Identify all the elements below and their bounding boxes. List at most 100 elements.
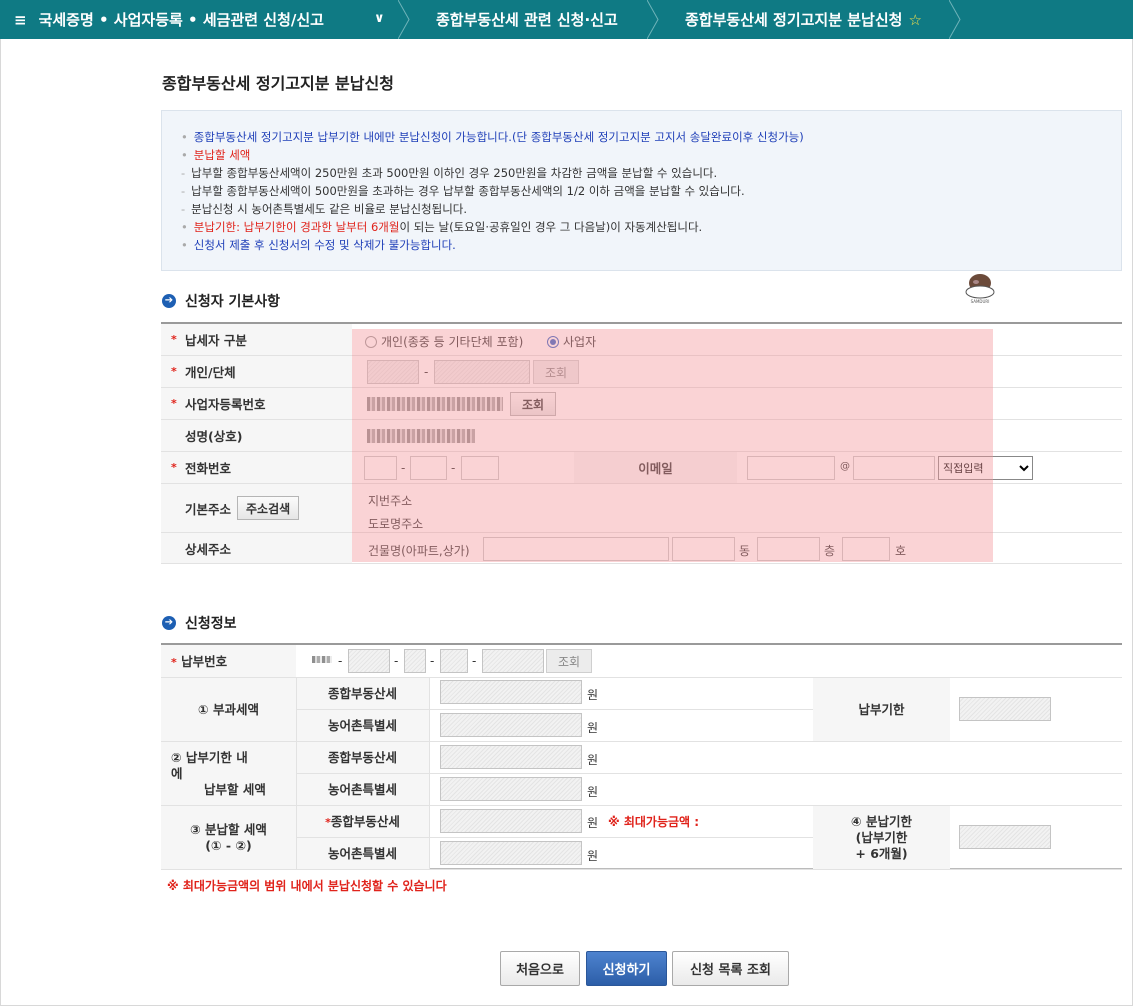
floor-label: 층 bbox=[824, 544, 836, 558]
individual-id-part2-input[interactable] bbox=[434, 360, 530, 384]
payment-lookup-button[interactable]: 조회 bbox=[546, 649, 592, 673]
sublabel: 종합부동산세 bbox=[296, 742, 429, 774]
sublabel: 종합부동산세 bbox=[296, 678, 429, 710]
breadcrumb-item-current[interactable]: 종합부동산세 정기고지분 분납신청 ☆ bbox=[659, 0, 949, 39]
email-local-input[interactable] bbox=[747, 456, 835, 480]
breadcrumb-label: 종합부동산세 관련 신청·신고 bbox=[436, 11, 618, 29]
road-address-text: 도로명주소 bbox=[368, 517, 424, 531]
hamburger-icon: ≡ bbox=[14, 10, 27, 29]
payment-no-part4-input[interactable] bbox=[482, 649, 544, 673]
apply-button[interactable]: 신청하기 bbox=[586, 951, 667, 986]
payment-prefix-redacted bbox=[312, 656, 332, 663]
radio-checked-icon[interactable] bbox=[547, 336, 559, 348]
email-domain-input[interactable] bbox=[853, 456, 935, 480]
table-row: 상세주소 건물명(아파트,상가) 동 층 호 bbox=[161, 533, 1122, 564]
field-label: * 전화번호 bbox=[161, 452, 352, 483]
dash-separator: - bbox=[451, 461, 456, 475]
due-date-input[interactable] bbox=[959, 697, 1051, 721]
email-domain-select[interactable]: 직접입력 bbox=[938, 456, 1033, 480]
installment-rural-input[interactable] bbox=[440, 841, 582, 865]
within-rural-input[interactable] bbox=[440, 777, 582, 801]
dash-separator: - bbox=[401, 461, 406, 475]
assessed-rural-input[interactable] bbox=[440, 713, 582, 737]
installment-comprehensive-input[interactable] bbox=[440, 809, 582, 833]
sublabel: *종합부동산세 bbox=[296, 806, 429, 838]
main-menu-toggle[interactable]: ≡ 국세증명 • 사업자등록 • 세금관련 신청/신고 ∨ bbox=[0, 0, 398, 39]
radio-individual[interactable]: 개인(종중 등 기타단체 포함) bbox=[365, 333, 523, 350]
payment-no-part3-input[interactable] bbox=[440, 649, 468, 673]
home-button[interactable]: 처음으로 bbox=[500, 951, 580, 986]
business-lookup-button[interactable]: 조회 bbox=[510, 392, 556, 416]
value-cell: 원 bbox=[429, 710, 813, 742]
top-navigation-bar: ≡ 국세증명 • 사업자등록 • 세금관련 신청/신고 ∨ 종합부동산세 관련 … bbox=[0, 0, 1133, 39]
building-extra-input[interactable] bbox=[672, 537, 735, 561]
svg-text:SAMDURI: SAMDURI bbox=[971, 299, 990, 304]
group-label-assessed: ① 부과세액 bbox=[161, 678, 296, 742]
table-row: * 납세자 구분 개인(종중 등 기타단체 포함) 사업자 bbox=[161, 324, 1122, 356]
arrow-circle-icon: ➔ bbox=[162, 616, 176, 630]
table-row: * 전화번호 - - 이메일 @ 직접입력 bbox=[161, 452, 1122, 484]
table-row: 성명(상호) bbox=[161, 420, 1122, 452]
applicant-info-table: * 납세자 구분 개인(종중 등 기타단체 포함) 사업자 * 개인/단체 - 조회… bbox=[161, 322, 1122, 564]
phone-part3-input[interactable] bbox=[461, 456, 499, 480]
notice-box: • 종합부동산세 정기고지분 납부기한 내에만 분납신청이 가능합니다.(단 종합… bbox=[161, 110, 1122, 271]
email-label: 이메일 bbox=[574, 452, 737, 483]
dash-separator: - bbox=[424, 365, 429, 379]
phone-part2-input[interactable] bbox=[410, 456, 447, 480]
individual-id-part1-input[interactable] bbox=[367, 360, 419, 384]
building-label: 건물명(아파트,상가) bbox=[368, 544, 470, 558]
installment-due-input[interactable] bbox=[959, 825, 1051, 849]
field-label: 상세주소 bbox=[161, 533, 352, 563]
table-row: * 사업자등록번호 조회 bbox=[161, 388, 1122, 420]
arrow-circle-icon: ➔ bbox=[162, 294, 176, 308]
value-cell: 원 bbox=[429, 774, 1122, 806]
application-list-button[interactable]: 신청 목록 조회 bbox=[672, 951, 789, 986]
due-date-label: 납부기한 bbox=[813, 678, 950, 742]
ho-label: 호 bbox=[895, 544, 907, 558]
floor-input[interactable] bbox=[842, 537, 890, 561]
payment-no-part2-input[interactable] bbox=[404, 649, 426, 673]
radio-icon[interactable] bbox=[365, 336, 377, 348]
breadcrumb-item-category[interactable]: 종합부동산세 관련 신청·신고 bbox=[410, 0, 647, 39]
breadcrumb-separator-icon bbox=[949, 0, 961, 39]
group-label-installment: ③ 분납할 세액 (① - ②) bbox=[161, 806, 296, 870]
address-search-button[interactable]: 주소검색 bbox=[237, 496, 300, 520]
installment-due-label: ④ 분납기한 (납부기한 + 6개월) bbox=[813, 806, 950, 870]
dong-input[interactable] bbox=[757, 537, 820, 561]
chevron-down-icon[interactable]: ∨ bbox=[374, 11, 385, 26]
notice-item: • 신청서 제출 후 신청서의 수정 및 삭제가 불가능합니다. bbox=[181, 238, 456, 252]
breadcrumb-separator-icon bbox=[398, 0, 410, 39]
section-title-applicant: ➔ 신청자 기본사항 bbox=[162, 291, 280, 311]
payment-number-row: - - - - 조회 bbox=[296, 645, 1122, 678]
value-cell: 원 ※ 최대가능금액 : bbox=[429, 806, 813, 838]
table-row: 기본주소 주소검색 지번주소 도로명주소 bbox=[161, 484, 1122, 533]
notice-item: • 분납할 세액 bbox=[181, 148, 251, 162]
favorite-star-icon[interactable]: ☆ bbox=[908, 11, 921, 29]
radio-business[interactable]: 사업자 bbox=[547, 333, 596, 350]
payment-no-part1-input[interactable] bbox=[348, 649, 390, 673]
table-row: * 개인/단체 - 조회 bbox=[161, 356, 1122, 388]
notice-item: - 납부할 종합부동산세액이 250만원 초과 500만원 이하인 경우 250만… bbox=[181, 166, 718, 180]
page-title: 종합부동산세 정기고지분 분납신청 bbox=[162, 74, 394, 93]
individual-lookup-button[interactable]: 조회 bbox=[533, 360, 579, 384]
field-label: * 납세자 구분 bbox=[161, 324, 352, 355]
building-name-input[interactable] bbox=[483, 537, 669, 561]
field-label: * 납부번호 bbox=[161, 645, 296, 678]
breadcrumb-separator-icon bbox=[647, 0, 659, 39]
value-cell: 원 bbox=[429, 838, 813, 870]
installment-due-cell bbox=[950, 806, 1122, 870]
within-comprehensive-input[interactable] bbox=[440, 745, 582, 769]
main-menu-label: 국세증명 • 사업자등록 • 세금관련 신청/신고 bbox=[38, 11, 324, 29]
field-label: * 사업자등록번호 bbox=[161, 388, 352, 419]
business-name-redacted bbox=[367, 429, 475, 443]
mascot-icon: SAMDURI bbox=[965, 274, 995, 304]
sublabel: 농어촌특별세 bbox=[296, 838, 429, 870]
phone-part1-input[interactable] bbox=[364, 456, 397, 480]
group-label-within: ② 납부기한 내 에 납부할 세액 bbox=[161, 742, 296, 806]
notice-item: • 종합부동산세 정기고지분 납부기한 내에만 분납신청이 가능합니다.(단 종합… bbox=[181, 130, 804, 144]
assessed-comprehensive-input[interactable] bbox=[440, 680, 582, 704]
notice-item: - 분납신청 시 농어촌특별세도 같은 비율로 분납신청됩니다. bbox=[181, 202, 468, 216]
notice-item: • 분납기한: 납부기한이 경과한 날부터 6개월이 되는 날(토요일·공휴일인 … bbox=[181, 220, 703, 234]
value-cell: 원 bbox=[429, 742, 1122, 774]
installment-warning-text: ※ 최대가능금액의 범위 내에서 분납신청할 수 있습니다 bbox=[167, 879, 447, 893]
